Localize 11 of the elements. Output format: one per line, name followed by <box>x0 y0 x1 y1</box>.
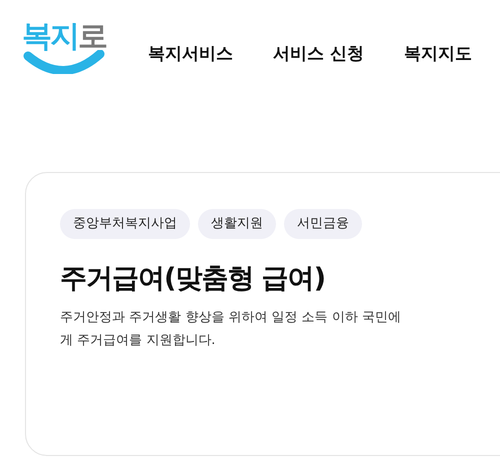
nav-link[interactable]: 복지서비스 <box>148 42 233 68</box>
category-tag: 서민금융 <box>284 209 362 238</box>
service-title: 주거급여(맞춤형 급여) <box>60 262 326 295</box>
nav-link[interactable]: 서비스 신청 <box>273 42 364 68</box>
category-tag: 중앙부처복지사업 <box>60 209 190 238</box>
smile-icon <box>22 50 106 74</box>
service-description: 주거안정과 주거생활 향상을 위하여 일정 소득 이하 국민에게 주거급여를 지원합니다. <box>60 308 402 350</box>
logo-text[interactable]: 복지로 <box>22 22 106 52</box>
service-card[interactable]: 중앙부처복지사업 생활지원 서민금융 주거급여(맞춤형 급여) 주거안정과 주거생활 향상을 위하여 일정 소득 이하 국민에게 주거급여를 지원합니다. <box>25 172 500 456</box>
nav-link[interactable]: 복지지도 <box>404 42 472 68</box>
category-tag: 생활지원 <box>198 209 276 238</box>
